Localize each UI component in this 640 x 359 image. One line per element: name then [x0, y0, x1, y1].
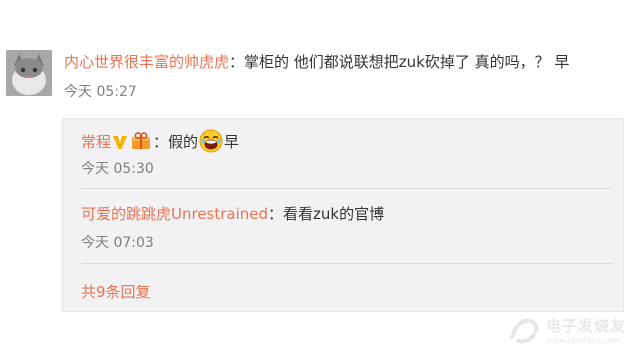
reply-1-line: 常程 ：假的 早 [81, 129, 239, 157]
avatar[interactable] [6, 50, 52, 96]
reply-1-username[interactable]: 常程 [81, 133, 111, 151]
vip-gift-icon [130, 132, 152, 154]
main-comment-time[interactable]: 今天 05:27 [64, 84, 137, 100]
reply-1-text: ：假的 [153, 133, 199, 151]
divider [81, 263, 613, 264]
reply-2-text: ：看看zuk的官博 [268, 205, 385, 223]
watermark-text: 电子发烧友 [545, 317, 626, 335]
watermark: 电子发烧友 www.elecfans.com [508, 315, 626, 345]
replies-panel: 常程 ：假的 早 今天 05:30 可爱的跳跳虎Unrestrained：看看zuk… [62, 118, 624, 312]
reply-2-line: 可爱的跳跳虎Unrestrained：看看zuk的官博 [81, 205, 384, 223]
reply-1-time[interactable]: 今天 05:30 [81, 161, 154, 177]
watermark-subtext: www.elecfans.com [545, 336, 621, 345]
main-comment-username[interactable]: 内心世界很丰富的帅虎虎 [64, 53, 229, 71]
reply-2-username[interactable]: 可爱的跳跳虎Unrestrained [81, 205, 268, 223]
elecfans-logo-icon [509, 318, 539, 344]
verified-v-icon [112, 134, 128, 154]
reply-2-time[interactable]: 今天 07:03 [81, 235, 154, 251]
divider [81, 188, 613, 189]
reply-1-text-after: 早 [224, 133, 240, 151]
main-comment-text: ：掌柜的 他们都说联想把zuk砍掉了 真的吗，？ 早 [229, 53, 570, 71]
more-replies-link[interactable]: 共9条回复 [81, 283, 151, 301]
cat-avatar-icon [6, 50, 52, 96]
main-comment-line: 内心世界很丰富的帅虎虎：掌柜的 他们都说联想把zuk砍掉了 真的吗，？ 早 [64, 53, 569, 71]
laughing-face-emoji [199, 129, 223, 157]
